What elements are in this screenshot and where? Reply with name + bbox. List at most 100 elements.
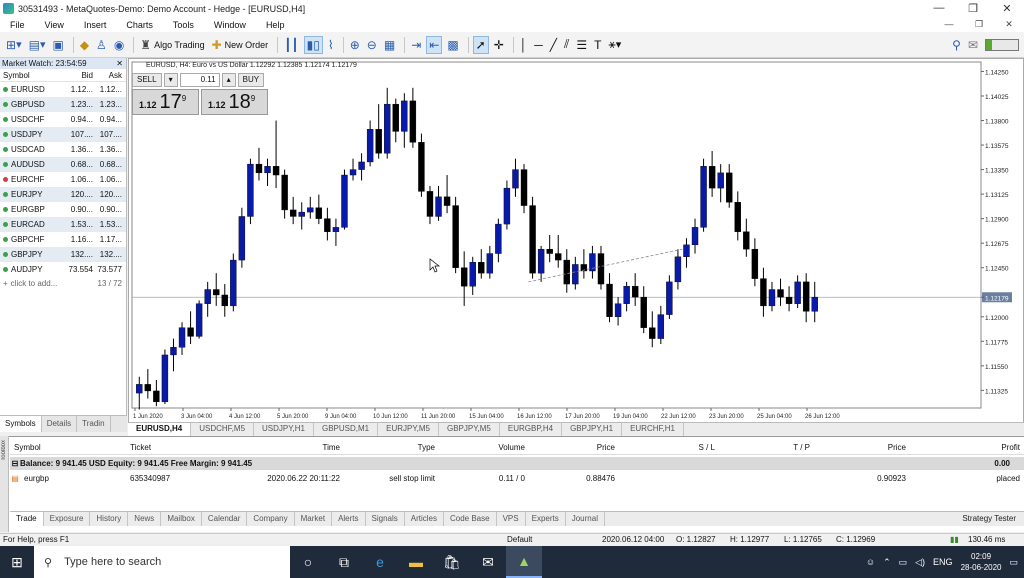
close-button[interactable]: ✕ [990,2,1024,15]
menu-charts[interactable]: Charts [116,20,163,30]
profiles-icon[interactable]: ▤ ▾ [27,36,48,54]
notifications-icon[interactable]: ▭ [1009,557,1018,568]
toolbox-tab[interactable]: Journal [566,512,605,526]
column-header[interactable]: Price [810,441,906,454]
column-header[interactable]: Type [340,441,435,454]
toolbox-tab[interactable]: Signals [366,512,405,526]
add-symbol-row[interactable]: + click to add... 13 / 72 [0,277,126,290]
shapes-icon[interactable]: ⚹ ▾ [607,36,624,54]
chart-tab[interactable]: EURUSD,H4 [128,423,192,436]
start-icon[interactable]: ⊞ [0,546,34,578]
toolbox-tab[interactable]: News [128,512,162,526]
algo-trading-button[interactable]: ♜ Algo Trading [138,36,206,54]
tab-symbols[interactable]: Symbols [0,416,42,432]
toolbox-tab[interactable]: Company [247,512,295,526]
navigator-icon[interactable]: ♙ [94,36,109,54]
column-header[interactable]: Volume [435,441,525,454]
fibonacci-icon[interactable]: ☰ [574,36,589,54]
chart-tab[interactable]: GBPJPY,M5 [439,423,500,436]
col-symbol[interactable]: Symbol [0,69,62,81]
market-watch-row[interactable]: AUDJPY 73.554 73.577 [0,262,126,277]
autoscroll-icon[interactable]: ⇥ [409,36,423,54]
market-watch-row[interactable]: EURGBP 0.90... 0.90... [0,202,126,217]
col-bid[interactable]: Bid [62,69,93,81]
column-header[interactable]: Time [240,441,340,454]
text-icon[interactable]: T [592,36,603,54]
new-chart-icon[interactable]: ⊞ ▾ [4,36,24,54]
chart-shift-icon[interactable]: ⇤ [426,35,443,54]
market-watch-row[interactable]: GBPCHF 1.16... 1.17... [0,232,126,247]
toolbox-tab[interactable]: VPS [497,512,526,526]
menu-window[interactable]: Window [204,20,256,30]
horizontal-line-icon[interactable]: ─ [532,36,545,54]
buy-button[interactable]: BUY [237,73,265,87]
new-order-button[interactable]: ✚ New Order [210,36,271,54]
channel-icon[interactable]: ⫽ [562,36,571,54]
menu-view[interactable]: View [35,20,74,30]
sell-button[interactable]: SELL [132,73,162,87]
task-view-icon[interactable]: ⧉ [326,546,362,578]
tab-trading[interactable]: Tradin [77,416,111,432]
vertical-line-icon[interactable]: │ [518,36,530,54]
file-explorer-icon[interactable]: ▬ [398,546,434,578]
menu-help[interactable]: Help [256,20,295,30]
order-row[interactable]: ▤ eurgbp 635340987 2020.06.22 20:11:22 s… [10,472,1024,486]
toolbox-tab[interactable]: Trade [10,512,44,526]
market-watch-row[interactable]: AUDUSD 0.68... 0.68... [0,157,126,172]
market-watch-row[interactable]: GBPJPY 132.... 132.... [0,247,126,262]
lot-down-icon[interactable]: ▾ [163,73,178,87]
taskbar-clock[interactable]: 02:09 28-06-2020 [961,551,1002,573]
toolbox-tab[interactable]: History [90,512,129,526]
metatrader-taskbar-icon[interactable]: ▲ [506,546,542,578]
menu-tools[interactable]: Tools [163,20,204,30]
market-watch-row[interactable]: USDCHF 0.94... 0.94... [0,112,126,127]
market-watch-row[interactable]: GBPUSD 1.23... 1.23... [0,97,126,112]
language-indicator[interactable]: ENG [933,557,953,567]
crosshair-icon[interactable]: ✛ [492,36,506,54]
column-header[interactable]: Symbol [10,441,130,454]
people-icon[interactable]: ☺ [866,557,875,567]
taskbar-search-box[interactable]: ⚲ Type here to search [34,546,290,578]
col-ask[interactable]: Ask [93,69,124,81]
lot-up-icon[interactable]: ▴ [221,73,236,87]
mdi-close-button[interactable]: ✕ [994,19,1024,30]
market-watch-row[interactable]: EURUSD 1.12... 1.12... [0,82,126,97]
market-watch-row[interactable]: EURJPY 120.... 120.... [0,187,126,202]
column-header[interactable]: Ticket [130,441,240,454]
strategy-tester-tab[interactable]: Strategy Tester [954,512,1024,526]
close-icon[interactable]: ✕ [116,58,123,69]
maximize-button[interactable]: ❐ [956,2,990,15]
zoom-out-icon[interactable]: ⊖ [365,36,379,54]
chart-tab[interactable]: GBPUSD,M1 [314,423,379,436]
chart-tab[interactable]: USDCHF,M5 [191,423,255,436]
network-icon[interactable]: ▭ [899,557,908,568]
edge-icon[interactable]: e [362,546,398,578]
cursor-icon[interactable]: ➚ [472,35,489,54]
toolbox-tab[interactable]: Experts [526,512,566,526]
mail-icon[interactable]: ✉ [470,546,506,578]
chat-icon[interactable]: ✉ [966,36,980,54]
chart-tab[interactable]: EURGBP,H4 [500,423,563,436]
tab-details[interactable]: Details [42,416,78,432]
column-header[interactable]: Price [525,441,615,454]
mdi-minimize-button[interactable]: — [934,19,964,30]
signals-icon[interactable]: ◉ [112,36,126,54]
account-status-icon[interactable] [983,36,1021,54]
chart-tab[interactable]: USDJPY,H1 [254,423,314,436]
toolbox-tab[interactable]: Market [295,512,333,526]
column-header[interactable]: S / L [615,441,715,454]
market-watch-row[interactable]: USDCAD 1.36... 1.36... [0,142,126,157]
tile-windows-icon[interactable]: ▦ [382,36,397,54]
menu-insert[interactable]: Insert [74,20,117,30]
chart-tab[interactable]: EURCHF,H1 [622,423,684,436]
mdi-restore-button[interactable]: ❐ [964,19,994,30]
lot-size-input[interactable]: 0.11 [179,73,220,87]
chevron-up-icon[interactable]: ⌃ [883,557,891,568]
search-icon[interactable]: ⚲ [950,36,963,54]
market-watch-row[interactable]: EURCAD 1.53... 1.53... [0,217,126,232]
market-watch-row[interactable]: USDJPY 107.... 107.... [0,127,126,142]
store-icon[interactable]: 🛍 [434,546,470,578]
volume-icon[interactable]: ◁) [915,557,925,568]
toolbox-tab[interactable]: Mailbox [161,512,202,526]
line-chart-icon[interactable]: ⌇ [326,36,336,54]
